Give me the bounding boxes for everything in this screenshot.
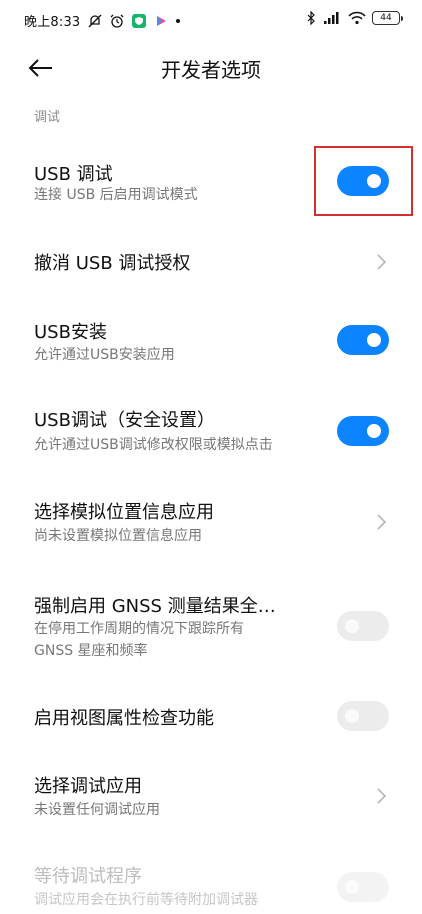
setting-title: 强制启用 GNSS 测量结果全… xyxy=(34,596,276,617)
setting-subtitle: 未设置任何调试应用 xyxy=(34,802,160,818)
signal-icon xyxy=(324,12,339,24)
toggle-knob xyxy=(367,333,381,347)
battery-icon: 44 xyxy=(372,11,403,25)
setting-view-attribute-inspection[interactable]: 启用视图属性检查功能 xyxy=(0,694,422,742)
wifi-icon xyxy=(348,11,366,25)
setting-force-gnss[interactable]: 强制启用 GNSS 测量结果全… 在停用工作周期的情况下跟踪所有 GNSS 星座… xyxy=(0,584,422,668)
status-bar: 晚上8:33 44 xyxy=(0,0,422,40)
setting-title: USB 调试 xyxy=(34,164,113,185)
setting-subtitle: 尚未设置模拟位置信息应用 xyxy=(34,528,202,544)
setting-usb-debugging-security[interactable]: USB调试（安全设置） 允许通过USB调试修改权限或模拟点击 xyxy=(0,400,422,464)
setting-wait-for-debugger: 等待调试程序 调试应用会在执行前等待附加调试器 xyxy=(0,856,422,914)
force-gnss-toggle[interactable] xyxy=(337,611,389,641)
setting-subtitle: 连接 USB 后启用调试模式 xyxy=(34,187,198,203)
toggle-knob xyxy=(345,880,359,894)
usb-install-toggle[interactable] xyxy=(337,325,389,355)
mute-bell-icon xyxy=(88,14,102,27)
chevron-right-icon xyxy=(377,254,387,270)
toggle-knob xyxy=(367,424,381,438)
more-notifications-dot xyxy=(176,18,181,23)
setting-title: 选择调试应用 xyxy=(34,776,142,797)
toggle-knob xyxy=(345,619,359,633)
chevron-right-icon xyxy=(377,514,387,530)
setting-title: USB调试（安全设置） xyxy=(34,410,215,431)
setting-subtitle-line2: GNSS 星座和频率 xyxy=(34,643,148,659)
bluetooth-icon xyxy=(307,11,315,25)
setting-subtitle: 调试应用会在执行前等待附加调试器 xyxy=(34,892,258,908)
view-attribute-inspection-toggle[interactable] xyxy=(337,701,389,731)
shield-app-icon xyxy=(132,13,147,28)
alarm-clock-icon xyxy=(110,14,124,28)
status-right: 44 xyxy=(306,11,403,25)
setting-title: 选择模拟位置信息应用 xyxy=(34,502,214,523)
chevron-right-icon xyxy=(377,788,387,804)
setting-title: 撤消 USB 调试授权 xyxy=(34,253,191,274)
status-left: 晚上8:33 xyxy=(24,11,181,30)
toggle-knob xyxy=(345,709,359,723)
setting-title: 启用视图属性检查功能 xyxy=(34,708,214,729)
battery-level: 44 xyxy=(380,13,392,23)
setting-subtitle: 允许通过USB调试修改权限或模拟点击 xyxy=(34,437,273,453)
status-time: 晚上8:33 xyxy=(24,15,81,30)
setting-select-debug-app[interactable]: 选择调试应用 未设置任何调试应用 xyxy=(0,764,422,828)
setting-revoke-usb-auth[interactable]: 撤消 USB 调试授权 xyxy=(0,232,422,292)
usb-debugging-security-toggle[interactable] xyxy=(337,416,389,446)
setting-usb-install[interactable]: USB安装 允许通过USB安装应用 xyxy=(0,310,422,374)
section-label-debug: 调试 xyxy=(34,110,61,125)
setting-subtitle: 在停用工作周期的情况下跟踪所有 xyxy=(34,621,244,637)
play-store-icon xyxy=(157,15,167,26)
app-header: 开发者选项 xyxy=(0,44,422,92)
setting-subtitle: 允许通过USB安装应用 xyxy=(34,347,175,363)
highlight-annotation-box xyxy=(314,146,413,216)
setting-mock-location-app[interactable]: 选择模拟位置信息应用 尚未设置模拟位置信息应用 xyxy=(0,490,422,554)
wait-for-debugger-toggle xyxy=(337,872,389,902)
page-title: 开发者选项 xyxy=(161,58,261,82)
setting-title: USB安装 xyxy=(34,322,107,343)
setting-title: 等待调试程序 xyxy=(34,866,142,887)
